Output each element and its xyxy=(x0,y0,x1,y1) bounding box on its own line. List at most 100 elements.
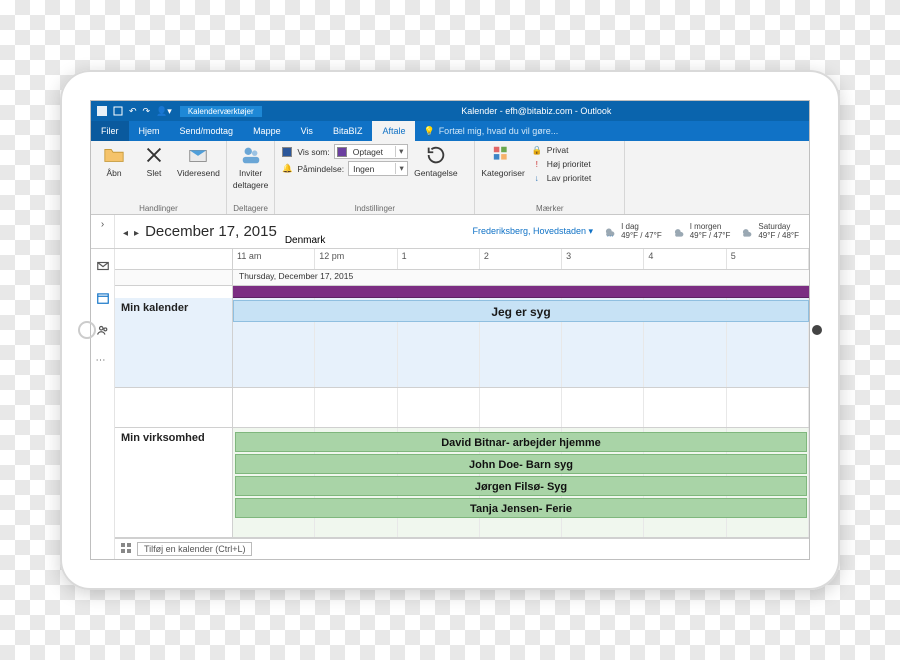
invite-label-1: Inviter xyxy=(239,168,262,178)
grid-icon xyxy=(121,543,131,555)
ribbon-group-indstillinger: Vis som: Optaget ▾ 🔔 Påmindelse: In xyxy=(275,141,475,214)
weather-day-3[interactable]: Saturday49°F / 48°F xyxy=(740,223,799,241)
categorize-label: Kategoriser xyxy=(481,168,524,178)
high-priority-button[interactable]: ! Høj prioritet xyxy=(531,158,591,170)
people-icon xyxy=(240,144,262,166)
mail-icon[interactable] xyxy=(96,259,110,273)
tab-bitabiz[interactable]: BitaBIZ xyxy=(323,121,373,141)
categorize-button[interactable]: Kategoriser xyxy=(481,144,524,178)
calendar-row-my-business: Min virksomhed David Bitnar- arbejder hj… xyxy=(115,428,809,538)
day-label-row: Thursday, December 17, 2015 xyxy=(115,270,809,285)
prev-day-button[interactable]: ◂ xyxy=(123,228,128,239)
all-day-bar[interactable] xyxy=(233,286,809,298)
delete-label: Slet xyxy=(147,168,162,178)
chevron-down-icon[interactable]: ▾ xyxy=(395,163,407,174)
current-date[interactable]: December 17, 2015 xyxy=(145,223,277,240)
row-label-my-business: Min virksomhed xyxy=(115,428,233,537)
biz-event[interactable]: Jørgen Filsø- Syg xyxy=(235,476,807,496)
tablet-camera xyxy=(812,325,822,335)
lightbulb-icon: 💡 xyxy=(423,126,434,137)
date-bar: › ◂ ▸ December 17, 2015 Denmark Frederik… xyxy=(91,215,809,249)
contextual-tab-label: Kalenderværktøjer xyxy=(180,106,262,117)
weather-bar: Frederiksberg, Hovedstaden ▾ I dag49°F /… xyxy=(472,223,809,241)
high-priority-label: Høj prioritet xyxy=(547,159,591,169)
time-header: 11 am 12 pm 1 2 3 4 5 xyxy=(115,249,809,270)
date-sublabel: Denmark xyxy=(285,235,326,248)
forward-button[interactable]: Videresend xyxy=(177,144,220,178)
redo-icon[interactable]: ↷ xyxy=(143,106,151,117)
categorize-icon xyxy=(492,144,514,166)
window-title: Kalender - efh@bitabiz.com - Outlook xyxy=(270,106,803,116)
reminder-combo[interactable]: Ingen ▾ xyxy=(348,161,408,176)
app-icon xyxy=(97,106,107,116)
calendar-icon[interactable] xyxy=(96,291,110,305)
row-body-my-business[interactable]: David Bitnar- arbejder hjemme John Doe- … xyxy=(233,428,809,537)
outlook-window: ↶ ↷ 👤▾ Kalenderværktøjer Kalender - efh@… xyxy=(90,100,810,560)
people-icon[interactable] xyxy=(96,323,110,337)
invite-attendees-button[interactable]: Inviter deltagere xyxy=(233,144,268,190)
time-col: 2 xyxy=(480,249,562,269)
low-priority-button[interactable]: ↓ Lav prioritet xyxy=(531,172,591,184)
tab-vis[interactable]: Vis xyxy=(291,121,323,141)
tablet-home-button[interactable] xyxy=(78,321,96,339)
private-button[interactable]: 🔒 Privat xyxy=(531,144,591,156)
time-col: 12 pm xyxy=(315,249,397,269)
group-label-handlinger: Handlinger xyxy=(97,203,220,213)
weather-day-1[interactable]: I dag49°F / 47°F xyxy=(603,223,662,241)
title-bar: ↶ ↷ 👤▾ Kalenderværktøjer Kalender - efh@… xyxy=(91,101,809,121)
tell-me-search[interactable]: 💡 Fortæl mig, hvad du vil gøre... xyxy=(415,121,566,141)
calendar-area: ⋯ 11 am 12 pm 1 2 3 4 5 xyxy=(91,249,809,559)
tablet-frame: ↶ ↷ 👤▾ Kalenderværktøjer Kalender - efh@… xyxy=(60,70,840,590)
recurrence-icon xyxy=(425,144,447,166)
calendar-row-gap xyxy=(115,388,809,428)
invite-label-2: deltagere xyxy=(233,180,268,190)
delete-icon xyxy=(143,144,165,166)
tab-mappe[interactable]: Mappe xyxy=(243,121,291,141)
folder-open-icon xyxy=(103,144,125,166)
nav-rail: ⋯ xyxy=(91,249,115,559)
ribbon-group-maerker: Kategoriser 🔒 Privat ! Høj prioritet ↓ xyxy=(475,141,625,214)
show-as-combo[interactable]: Optaget ▾ xyxy=(334,144,408,159)
show-as-icon xyxy=(281,146,293,158)
ribbon: Åbn Slet Videresend Ha xyxy=(91,141,809,215)
open-button[interactable]: Åbn xyxy=(97,144,131,178)
add-calendar-input[interactable]: Tilføj en kalender (Ctrl+L) xyxy=(137,542,252,556)
chevron-right-icon[interactable]: › xyxy=(101,219,104,230)
group-label-indstillinger: Indstillinger xyxy=(281,203,468,213)
cloud-icon xyxy=(740,225,754,239)
profile-icon[interactable]: 👤▾ xyxy=(156,106,172,117)
biz-event[interactable]: David Bitnar- arbejder hjemme xyxy=(235,432,807,452)
biz-event[interactable]: John Doe- Barn syg xyxy=(235,454,807,474)
next-day-button[interactable]: ▸ xyxy=(134,228,139,239)
recurrence-label: Gentagelse xyxy=(414,168,457,178)
nav-rail-top: › xyxy=(91,215,115,248)
tab-sendmodtag[interactable]: Send/modtag xyxy=(170,121,244,141)
save-icon[interactable] xyxy=(113,106,123,116)
delete-button[interactable]: Slet xyxy=(137,144,171,178)
group-label-deltagere: Deltagere xyxy=(233,203,268,213)
weather-day-2[interactable]: I morgen49°F / 47°F xyxy=(672,223,731,241)
tab-filer[interactable]: Filer xyxy=(91,121,129,141)
ribbon-group-handlinger: Åbn Slet Videresend Ha xyxy=(91,141,227,214)
high-priority-icon: ! xyxy=(531,158,543,170)
calendar-row-my-calendar: Min kalender Jeg er syg xyxy=(115,298,809,388)
undo-icon[interactable]: ↶ xyxy=(129,106,137,117)
chevron-down-icon[interactable]: ▾ xyxy=(395,146,407,157)
forward-icon xyxy=(187,144,209,166)
event-sick[interactable]: Jeg er syg xyxy=(233,300,809,322)
reminder-value: Ingen xyxy=(349,164,395,174)
private-label: Privat xyxy=(547,145,569,155)
reminder-row[interactable]: 🔔 Påmindelse: Ingen ▾ xyxy=(281,161,408,176)
show-as-row[interactable]: Vis som: Optaget ▾ xyxy=(281,144,408,159)
weather-location[interactable]: Frederiksberg, Hovedstaden ▾ xyxy=(472,226,593,237)
reminder-label: Påmindelse: xyxy=(297,164,344,174)
ribbon-group-deltagere: Inviter deltagere Deltagere xyxy=(227,141,275,214)
tab-hjem[interactable]: Hjem xyxy=(129,121,170,141)
forward-label: Videresend xyxy=(177,168,220,178)
more-icon[interactable]: ⋯ xyxy=(96,355,110,369)
tab-aftale[interactable]: Aftale xyxy=(372,121,415,141)
rain-icon xyxy=(603,225,617,239)
row-body-my-calendar[interactable]: Jeg er syg xyxy=(233,298,809,387)
recurrence-button[interactable]: Gentagelse xyxy=(414,144,457,178)
biz-event[interactable]: Tanja Jensen- Ferie xyxy=(235,498,807,518)
